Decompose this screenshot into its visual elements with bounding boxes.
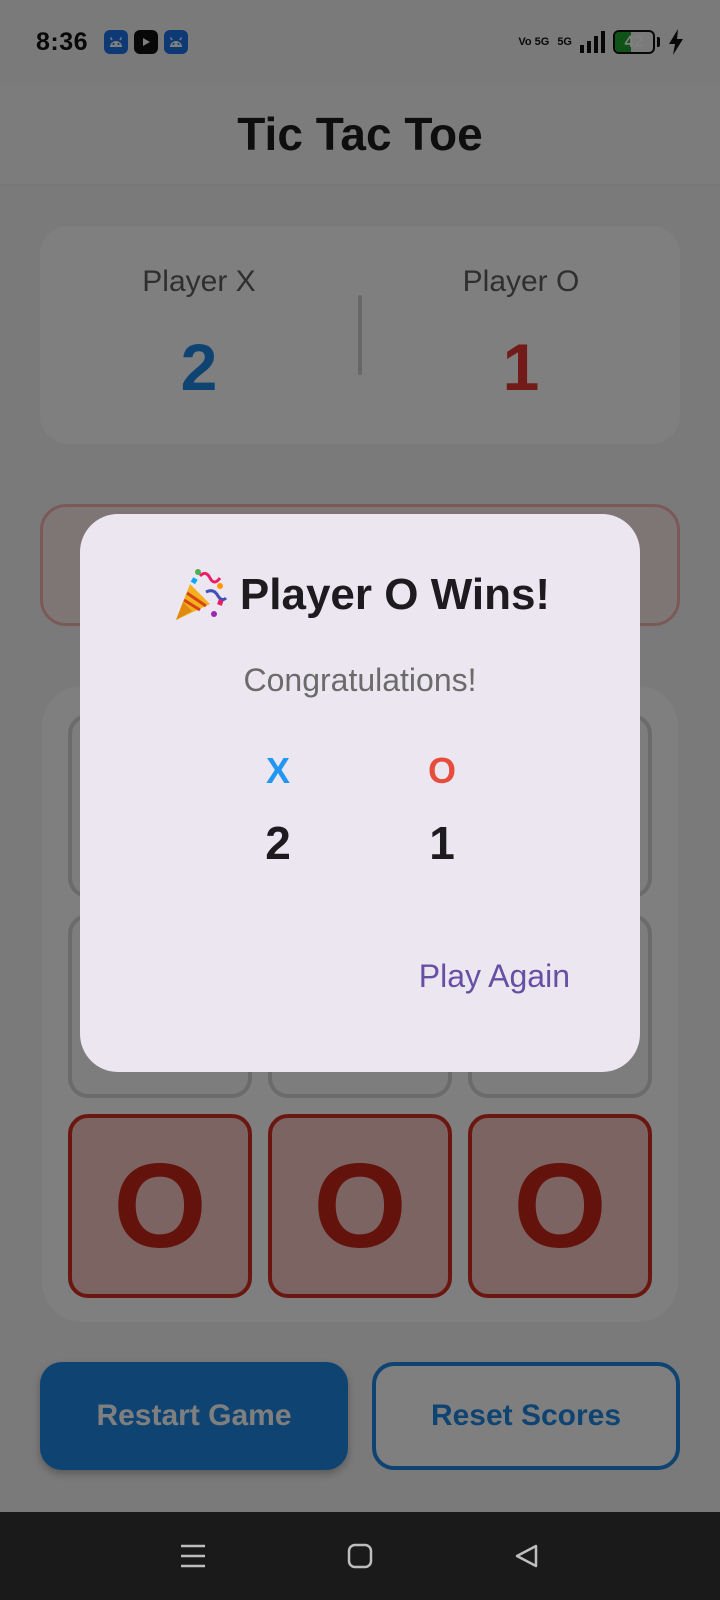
dialog-scores: X 2 O 1: [80, 750, 640, 870]
o-score-value: 1: [429, 817, 455, 869]
dialog-x-score: X 2: [248, 750, 308, 870]
play-again-button[interactable]: Play Again: [419, 958, 570, 995]
x-symbol: X: [265, 750, 290, 791]
x-score-value: 2: [265, 817, 291, 869]
home-icon[interactable]: [340, 1536, 380, 1576]
system-nav-bar: [0, 1512, 720, 1600]
dialog-title: Player O Wins!: [80, 566, 640, 624]
menu-icon[interactable]: [173, 1536, 213, 1576]
dialog-title-text: Player O Wins!: [239, 570, 551, 619]
dialog-subtitle: Congratulations!: [243, 662, 477, 698]
o-symbol: O: [427, 750, 456, 791]
back-icon[interactable]: [507, 1536, 547, 1576]
dialog-o-score: O 1: [412, 750, 472, 870]
party-popper-icon: [175, 569, 227, 620]
winner-dialog: Player O Wins! Congratulations! X 2 O 1 …: [80, 514, 640, 1072]
